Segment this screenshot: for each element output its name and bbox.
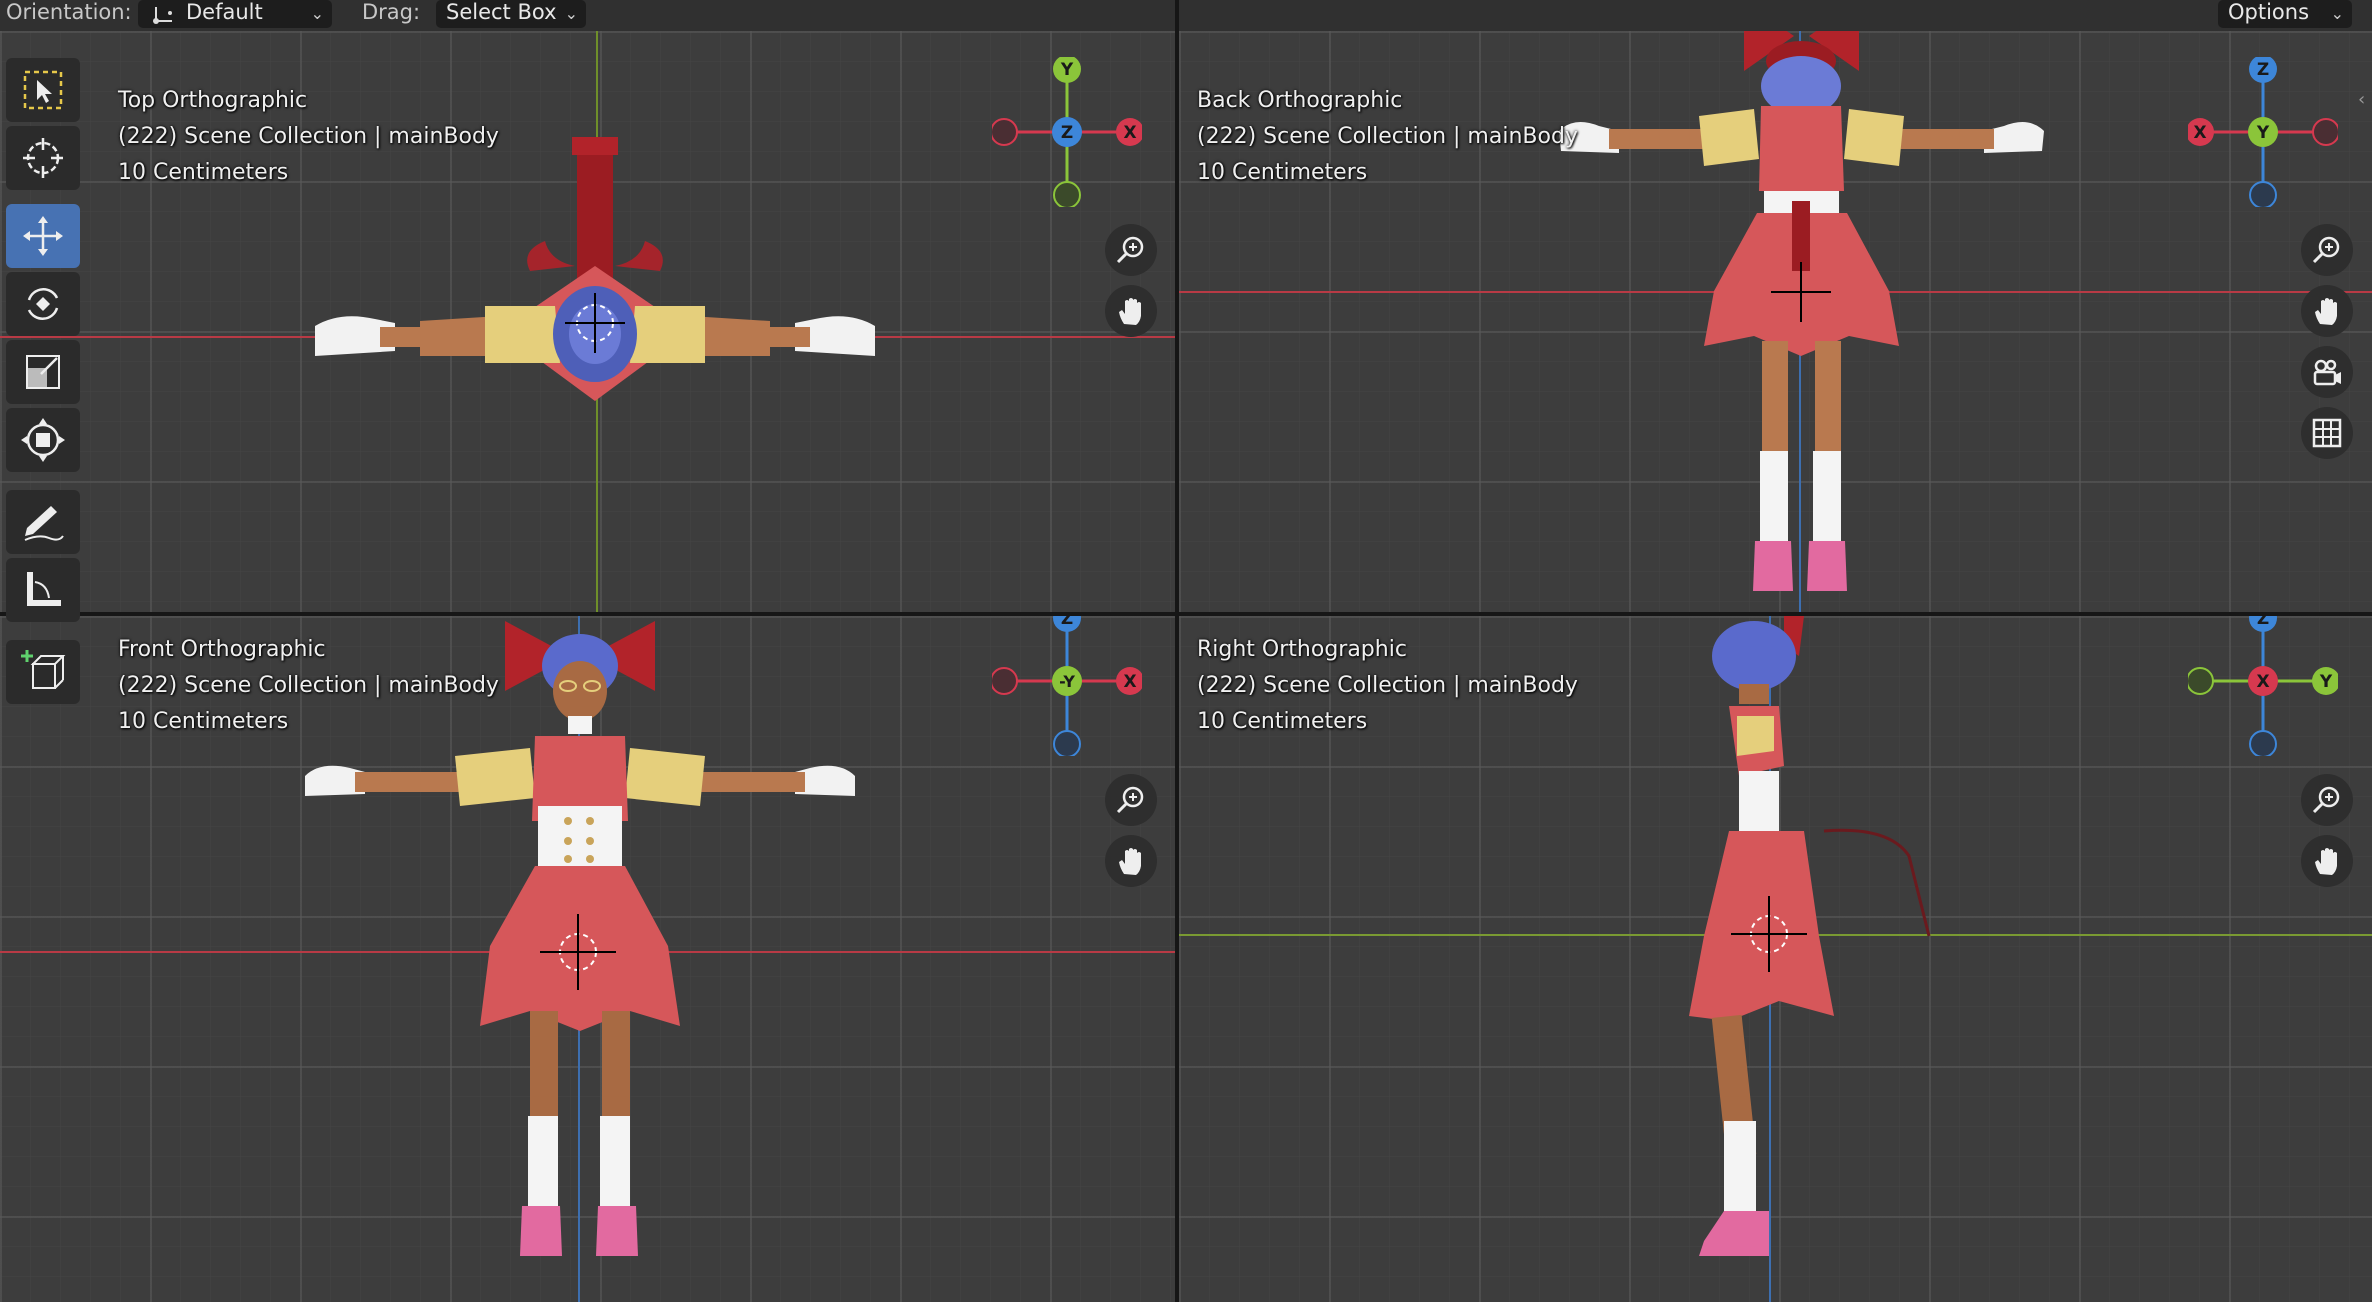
viewport-collection: (222) Scene Collection | mainBody — [1197, 673, 1578, 698]
zoom-button[interactable] — [1105, 224, 1157, 276]
zoom-button[interactable] — [1105, 774, 1157, 826]
viewport-collection: (222) Scene Collection | mainBody — [118, 673, 499, 698]
gizmo-center-label: -Y — [1059, 672, 1075, 691]
zoom-icon — [2312, 786, 2340, 814]
zoom-icon — [1116, 236, 1144, 264]
gizmo-right-label: Y — [2319, 672, 2333, 692]
gizmo-right-label: X — [1123, 123, 1136, 143]
pencil-icon — [24, 506, 64, 541]
viewport-top-ortho[interactable]: Top Orthographic (222) Scene Collection … — [0, 31, 1175, 612]
orientation-value: Default — [186, 0, 263, 24]
gizmo-right-label: X — [1123, 672, 1136, 692]
chevron-down-icon: ⌄ — [564, 4, 578, 23]
viewport-divider-vertical[interactable] — [1175, 0, 1179, 1302]
sidebar-toggle-icon[interactable]: ‹ — [2358, 89, 2372, 119]
pan-button[interactable] — [1105, 285, 1157, 337]
viewport-info-right: Right Orthographic (222) Scene Collectio… — [1197, 632, 1578, 740]
ruler-icon — [27, 572, 61, 606]
zoom-icon — [2312, 236, 2340, 264]
scale-tool[interactable] — [6, 340, 80, 404]
select-box-tool[interactable] — [6, 58, 80, 122]
viewport-title: Top Orthographic — [118, 88, 308, 113]
viewport-divider-horizontal[interactable] — [0, 612, 2372, 616]
viewport-info-top: Top Orthographic (222) Scene Collection … — [118, 83, 499, 191]
character-side-view — [1689, 616, 1931, 1256]
rotate-tool[interactable] — [6, 272, 80, 336]
move-tool[interactable] — [6, 204, 80, 268]
character-back-view — [1559, 31, 2044, 591]
cursor-icon — [23, 138, 63, 178]
viewport-scale: 10 Centimeters — [1197, 160, 1368, 185]
tool-shelf — [0, 54, 86, 724]
viewport-collection: (222) Scene Collection | mainBody — [1197, 124, 1578, 149]
zoom-button[interactable] — [2301, 224, 2353, 276]
pan-button[interactable] — [1105, 835, 1157, 887]
gizmo-center-label: Z — [1061, 123, 1073, 143]
options-label: Options — [2228, 0, 2310, 24]
scale-icon — [26, 355, 60, 389]
viewport-info-back: Back Orthographic (222) Scene Collection… — [1197, 83, 1578, 191]
viewport-scale: 10 Centimeters — [118, 160, 289, 185]
options-dropdown[interactable]: Options ⌄ — [2218, 0, 2352, 28]
gizmo-up-label: Y — [1060, 60, 1074, 80]
transform-tool[interactable] — [6, 408, 80, 472]
pan-button[interactable] — [2301, 835, 2353, 887]
viewport-right-ortho[interactable]: Right Orthographic (222) Scene Collectio… — [1179, 616, 2372, 1302]
viewport-title: Front Orthographic — [118, 637, 326, 662]
hand-icon — [2315, 848, 2337, 875]
viewport-info-front: Front Orthographic (222) Scene Collectio… — [118, 632, 499, 740]
gizmo-up-label: Z — [1061, 616, 1073, 629]
ortho-toggle-button[interactable] — [2301, 407, 2353, 459]
viewport-scale: 10 Centimeters — [1197, 709, 1368, 734]
move-icon — [23, 216, 63, 256]
measure-tool[interactable] — [6, 558, 80, 622]
rotate-icon — [27, 288, 59, 320]
viewport-collection: (222) Scene Collection | mainBody — [118, 124, 499, 149]
transform-icon — [21, 418, 65, 462]
gizmo-center-label: Y — [2256, 123, 2270, 143]
navigation-gizmo[interactable]: Z Y X — [2188, 57, 2338, 207]
camera-view-button[interactable] — [2301, 346, 2353, 398]
zoom-icon — [1116, 786, 1144, 814]
drag-value: Select Box — [446, 0, 557, 24]
pan-button[interactable] — [2301, 285, 2353, 337]
hand-icon — [1119, 298, 1141, 325]
cursor-tool[interactable] — [6, 126, 80, 190]
gizmo-center-label: X — [2256, 672, 2269, 692]
camera-icon — [2313, 359, 2341, 386]
hand-icon — [1119, 848, 1141, 875]
add-cube-tool[interactable] — [6, 640, 80, 704]
navigation-gizmo[interactable]: Z -Y X — [992, 616, 1142, 756]
viewport-scale: 10 Centimeters — [118, 709, 289, 734]
orientation-dropdown[interactable]: Default ⌄ — [138, 0, 332, 28]
viewport-back-ortho[interactable]: Back Orthographic (222) Scene Collection… — [1179, 31, 2372, 612]
drag-dropdown[interactable]: Select Box ⌄ — [436, 0, 586, 28]
orientation-label: Orientation: — [6, 0, 132, 24]
viewport-title: Right Orthographic — [1197, 637, 1407, 662]
navigation-gizmo[interactable]: Y Z X — [992, 57, 1142, 207]
chevron-down-icon: ⌄ — [2330, 4, 2344, 23]
hand-icon — [2315, 298, 2337, 325]
viewport-title: Back Orthographic — [1197, 88, 1403, 113]
annotate-tool[interactable] — [6, 490, 80, 554]
select-box-icon — [23, 70, 63, 110]
navigation-gizmo[interactable]: Z X Y — [2188, 616, 2338, 756]
gizmo-left-label: X — [2193, 123, 2206, 143]
viewport-header: Orientation: Default ⌄ Drag: Select Box … — [0, 0, 2372, 31]
add-cube-icon — [21, 650, 66, 689]
viewport-front-ortho[interactable]: Front Orthographic (222) Scene Collectio… — [0, 616, 1175, 1302]
gizmo-up-label: Z — [2257, 60, 2269, 80]
drag-label: Drag: — [362, 0, 421, 24]
grid-icon — [2312, 418, 2342, 448]
zoom-button[interactable] — [2301, 774, 2353, 826]
orientation-icon — [148, 3, 178, 30]
gizmo-up-label: Z — [2257, 616, 2269, 629]
chevron-down-icon: ⌄ — [310, 4, 324, 23]
